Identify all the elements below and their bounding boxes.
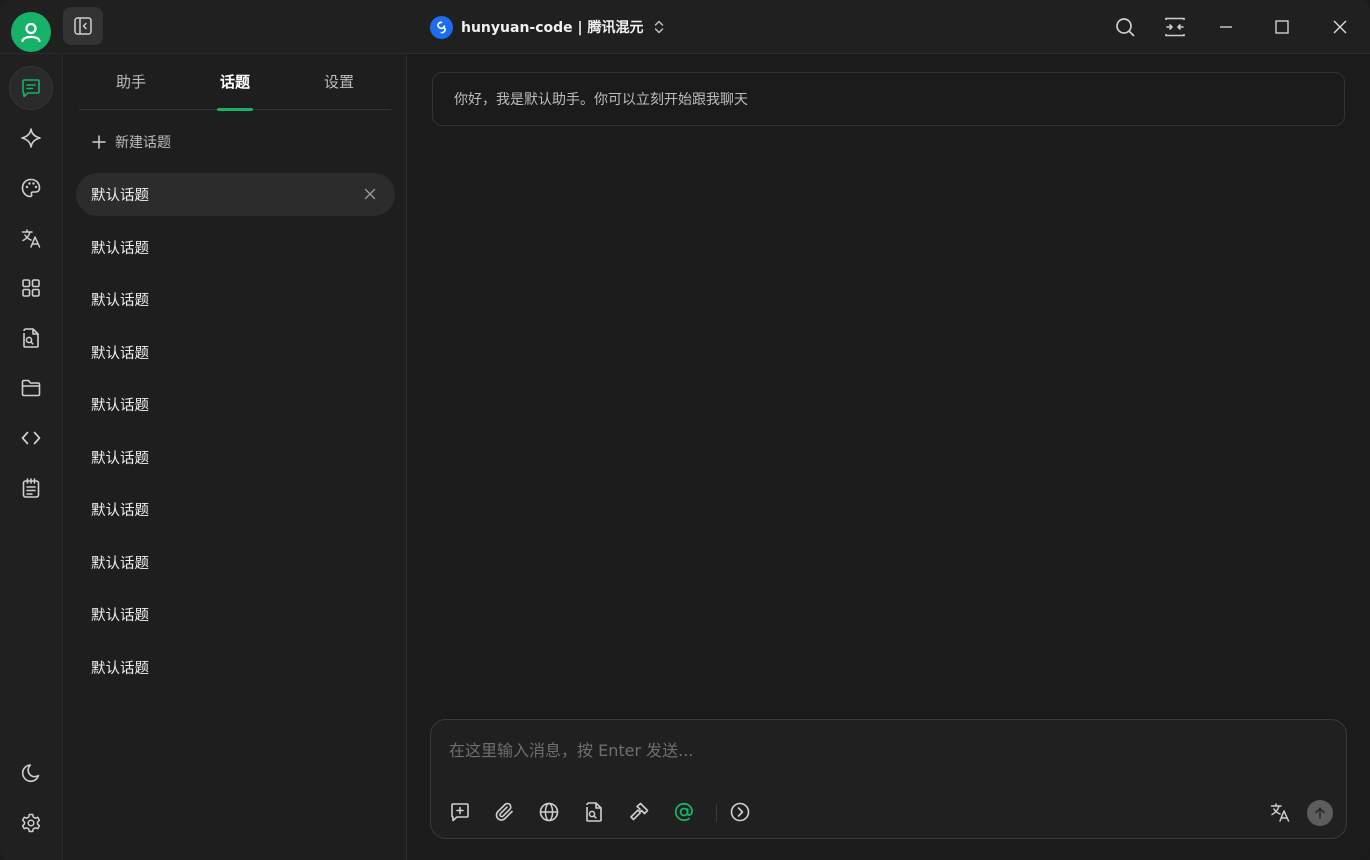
- file-search-icon: [23, 328, 39, 348]
- user-avatar-icon: [21, 22, 41, 43]
- topic-label: 默认话题: [91, 240, 149, 257]
- close-icon: [364, 188, 376, 200]
- message-composer: [430, 719, 1347, 839]
- new-topic-button[interactable]: 新建话题: [91, 130, 171, 154]
- topic-item[interactable]: 默认话题: [76, 226, 395, 269]
- topic-label: 默认话题: [91, 293, 149, 309]
- rail-item-apps[interactable]: [9, 266, 53, 310]
- attach-file-button[interactable]: [490, 797, 520, 827]
- topic-label: 默认话题: [91, 188, 149, 204]
- sidebar-toggle-button[interactable]: [63, 7, 103, 45]
- title-bar: hunyuan-code | 腾讯混元: [0, 0, 1370, 54]
- send-button[interactable]: [1307, 800, 1333, 826]
- translate-input-button[interactable]: [1265, 797, 1295, 827]
- topic-item[interactable]: 默认话题: [76, 646, 395, 689]
- hunyuan-logo-icon: [430, 15, 453, 39]
- compact-view-button[interactable]: [1157, 10, 1193, 44]
- new-context-button[interactable]: [445, 797, 475, 827]
- topic-item[interactable]: 默认话题: [76, 541, 395, 584]
- paperclip-icon: [495, 802, 513, 821]
- knowledge-base-button[interactable]: [579, 797, 609, 827]
- rail-item-agents[interactable]: [9, 116, 53, 160]
- chevron-updown-icon: [654, 20, 663, 34]
- palette-icon: [21, 178, 41, 198]
- new-context-icon: [451, 803, 469, 822]
- app-window: hunyuan-code | 腾讯混元 助手 话题 设置 新建话题 默认话题 默…: [0, 0, 1370, 860]
- rail-item-translate[interactable]: [9, 216, 53, 260]
- tools-button[interactable]: [624, 797, 654, 827]
- chevron-right-circle-icon: [730, 802, 750, 822]
- settings-button[interactable]: [9, 801, 53, 845]
- sparkle-icon: [21, 128, 41, 148]
- minimize-icon: [1220, 26, 1232, 28]
- send-arrow-icon: [1315, 807, 1325, 819]
- model-selector[interactable]: hunyuan-code | 腾讯混元: [430, 14, 666, 40]
- web-search-button[interactable]: [534, 797, 564, 827]
- globe-icon: [539, 802, 559, 822]
- topic-label: 默认话题: [91, 608, 149, 624]
- mention-model-button[interactable]: [669, 797, 699, 827]
- apps-grid-icon: [22, 279, 40, 297]
- rail-item-files[interactable]: [9, 366, 53, 410]
- toolbar-divider: [716, 804, 717, 822]
- plus-icon: [92, 135, 106, 149]
- rail-item-chat[interactable]: [9, 66, 53, 110]
- sidebar-toggle-icon: [74, 17, 92, 35]
- chat-icon: [22, 79, 40, 98]
- tab-assistants[interactable]: 助手: [79, 54, 183, 109]
- model-name: hunyuan-code | 腾讯混元: [461, 20, 644, 36]
- topic-item[interactable]: 默认话题: [76, 173, 395, 216]
- topic-item[interactable]: 默认话题: [76, 488, 395, 531]
- tab-topics[interactable]: 话题: [183, 54, 287, 109]
- delete-topic-button[interactable]: [363, 187, 377, 201]
- assistant-greeting-message: 你好，我是默认助手。你可以立刻开始跟我聊天: [432, 72, 1345, 126]
- search-button[interactable]: [1107, 10, 1143, 44]
- chat-area: 你好，我是默认助手。你可以立刻开始跟我聊天: [407, 54, 1370, 860]
- hammer-icon: [630, 802, 649, 821]
- tab-settings[interactable]: 设置: [287, 54, 391, 109]
- panel-tabs: 助手 话题 设置: [79, 54, 391, 110]
- theme-toggle-button[interactable]: [9, 751, 53, 795]
- close-icon: [1333, 20, 1347, 34]
- close-window-button[interactable]: [1322, 10, 1358, 44]
- settings-gear-icon: [21, 813, 41, 833]
- topics-panel: 助手 话题 设置 新建话题 默认话题 默认话题 默认话题 默认话题 默认话题 默…: [63, 54, 407, 860]
- topic-label: 默认话题: [91, 555, 149, 572]
- topic-label: 默认话题: [91, 398, 149, 414]
- topic-item[interactable]: 默认话题: [76, 278, 395, 321]
- translate-icon: [21, 229, 41, 248]
- topic-label: 默认话题: [91, 660, 149, 677]
- topic-label: 默认话题: [91, 345, 149, 362]
- notes-icon: [22, 478, 40, 498]
- rail-item-knowledge[interactable]: [9, 316, 53, 360]
- search-icon: [1116, 18, 1135, 37]
- expand-toolbar-button[interactable]: [725, 797, 755, 827]
- navigation-rail: [0, 54, 63, 860]
- greeting-text: 你好，我是默认助手。你可以立刻开始跟我聊天: [454, 92, 748, 108]
- compact-view-icon: [1165, 17, 1185, 37]
- topic-item[interactable]: 默认话题: [76, 593, 395, 636]
- topic-label: 默认话题: [91, 450, 149, 467]
- moon-icon: [21, 764, 40, 783]
- minimize-button[interactable]: [1208, 10, 1244, 44]
- topic-label: 默认话题: [91, 503, 149, 519]
- at-mention-icon: [674, 802, 693, 822]
- message-input[interactable]: [449, 738, 1319, 762]
- code-icon: [21, 431, 41, 445]
- file-search-icon: [586, 802, 602, 822]
- new-topic-label: 新建话题: [115, 135, 171, 151]
- rail-item-paint[interactable]: [9, 166, 53, 210]
- rail-item-notes[interactable]: [9, 466, 53, 510]
- topic-list: 默认话题 默认话题 默认话题 默认话题 默认话题 默认话题 默认话题 默认话题 …: [76, 173, 395, 698]
- maximize-icon: [1275, 20, 1289, 34]
- folder-icon: [21, 379, 41, 397]
- topic-item[interactable]: 默认话题: [76, 383, 395, 426]
- rail-item-code[interactable]: [9, 416, 53, 460]
- topic-item[interactable]: 默认话题: [76, 331, 395, 374]
- translate-icon: [1270, 803, 1290, 822]
- topic-item[interactable]: 默认话题: [76, 436, 395, 479]
- user-avatar[interactable]: [11, 12, 51, 52]
- maximize-button[interactable]: [1264, 10, 1300, 44]
